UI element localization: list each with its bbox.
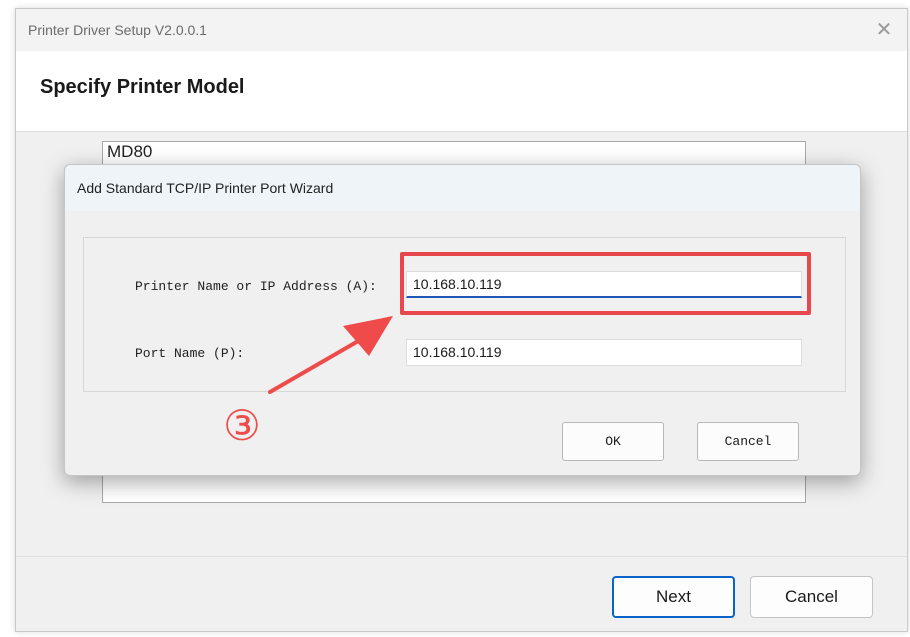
arrow-shaft [268,338,362,394]
arrow-head [343,316,393,356]
step-number-annotation: ③ [223,401,261,450]
annotation-arrow [268,316,393,394]
